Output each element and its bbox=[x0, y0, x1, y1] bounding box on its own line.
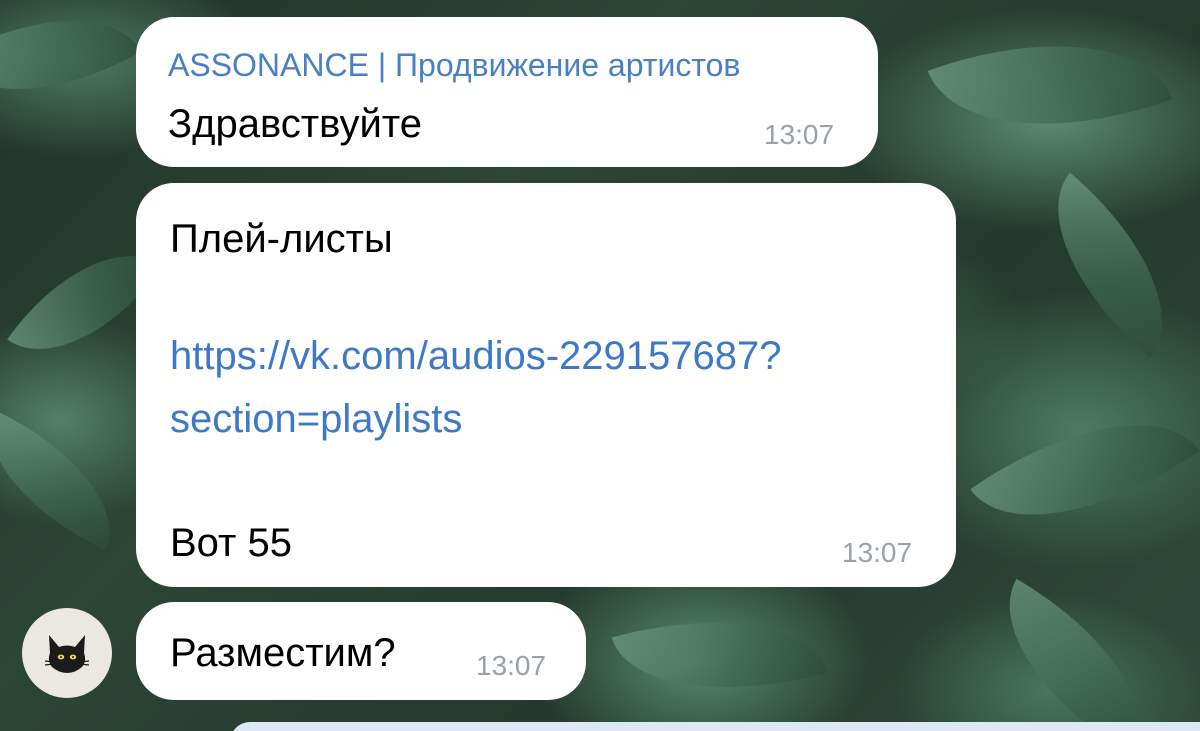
message-time: 13:07 bbox=[764, 119, 835, 150]
message-bubble[interactable]: Разместим? 13:07 bbox=[136, 602, 586, 700]
playlist-link-continuation[interactable]: section=playlists bbox=[170, 398, 462, 440]
message-bubble[interactable]: Плей-листы https://vk.com/audios-2291576… bbox=[136, 183, 956, 587]
message-text: Здравствуйте bbox=[168, 102, 422, 146]
sender-avatar[interactable] bbox=[22, 608, 112, 698]
black-cat-icon bbox=[44, 635, 90, 673]
message-time: 13:07 bbox=[476, 650, 547, 681]
playlist-link[interactable]: https://vk.com/audios-229157687? bbox=[170, 335, 782, 377]
message-text: Плей-листы bbox=[170, 217, 393, 261]
sender-name[interactable]: ASSONANCE | Продвижение артистов bbox=[168, 49, 740, 81]
message-time: 13:07 bbox=[842, 537, 913, 568]
message-bubble[interactable]: ASSONANCE | Продвижение артистов Здравст… bbox=[136, 17, 878, 167]
message-input-bar[interactable] bbox=[230, 722, 1200, 731]
message-text: Разместим? bbox=[170, 631, 396, 675]
message-text: Вот 55 bbox=[170, 521, 292, 565]
